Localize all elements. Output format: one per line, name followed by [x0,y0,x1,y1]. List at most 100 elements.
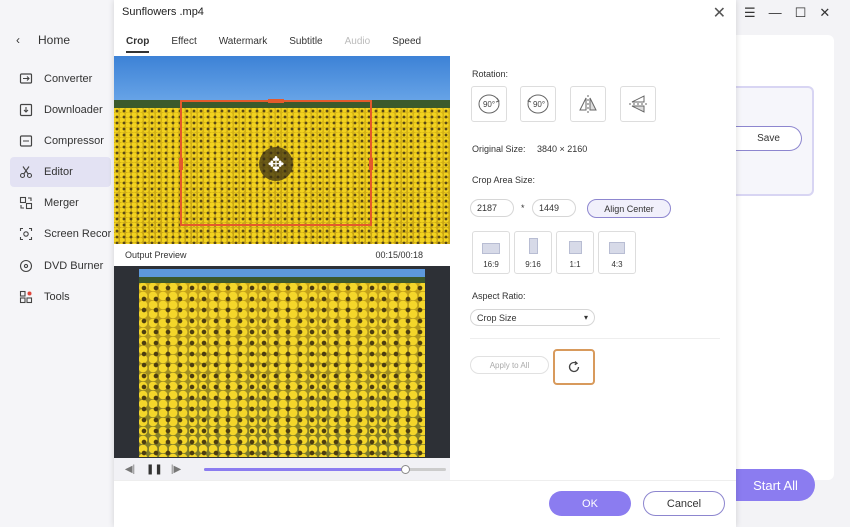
tab-subtitle[interactable]: Subtitle [289,36,322,53]
window-controls: ☰ — ☐ ✕ [744,5,830,21]
sidebar-item-downloader[interactable]: Downloader [10,95,111,125]
flip-horizontal-button[interactable] [570,86,606,122]
ratio-1-1-icon [568,241,582,254]
reset-button[interactable] [553,349,595,385]
rotate-ccw-label: 90° [533,100,545,109]
crop-handle-right[interactable] [369,158,373,170]
ok-button[interactable]: OK [549,491,631,516]
crop-handle-left[interactable] [179,158,183,170]
playback-controls: ◀| ❚❚ |▶ [114,458,450,480]
tab-effect[interactable]: Effect [171,36,196,53]
ratio-4-3-icon [609,242,625,254]
sidebar-item-label: Compressor [44,135,104,147]
ratio-label: 16:9 [483,260,499,269]
sidebar-item-dvd-burner[interactable]: DVD Burner [10,251,111,281]
preview-sky [114,56,450,104]
move-icon[interactable]: ✥ [259,147,293,181]
sidebar-item-label: Converter [44,73,93,85]
aspect-ratio-value: Crop Size [477,312,517,323]
crop-width-input[interactable]: 2187 [470,199,514,217]
ratio-9-16-button[interactable]: 9:16 [514,231,552,274]
reset-icon [568,361,580,373]
chevron-down-icon: ▾ [583,313,588,322]
sidebar-item-label: Downloader [44,104,103,116]
rotate-clockwise-button[interactable]: 90° [471,86,507,122]
output-field [139,283,425,457]
output-preview [114,266,450,458]
original-size-value: 3840 × 2160 [537,144,588,154]
sidebar-item-merger[interactable]: Merger [10,188,111,218]
tab-audio: Audio [344,36,371,47]
close-window-icon[interactable]: ✕ [819,5,830,21]
align-center-button[interactable]: Align Center [587,199,671,218]
crop-height-input[interactable]: 1449 [532,199,576,217]
ratio-1-1-button[interactable]: 1:1 [556,231,594,274]
next-frame-icon[interactable]: |▶ [169,464,183,475]
screen-recorder-icon [18,226,34,242]
sidebar-item-compressor[interactable]: Compressor [10,126,111,156]
output-preview-bar: Output Preview 00:15/00:18 [114,244,450,266]
compressor-icon [18,133,34,149]
progress-track[interactable] [204,465,446,474]
crop-size-separator: * [521,203,525,213]
sidebar-item-converter[interactable]: Converter [10,64,111,94]
crop-dialog: Sunflowers .mp4 ✕ Crop Effect Watermark … [114,0,736,527]
sidebar-item-tools[interactable]: Tools [10,282,111,312]
progress-fill [204,468,405,471]
progress-knob[interactable] [400,465,410,474]
minimize-icon[interactable]: — [769,5,782,21]
flip-vertical-icon [629,95,647,113]
sidebar-item-screen-recorder[interactable]: Screen Recorder [10,219,111,249]
ratio-16-9-button[interactable]: 16:9 [472,231,510,274]
ratio-label: 4:3 [611,260,623,269]
editor-tabs: Crop Effect Watermark Subtitle Audio Spe… [126,36,443,53]
rotate-cw-icon: 90° [478,94,500,114]
cancel-button[interactable]: Cancel [643,491,725,516]
tab-crop[interactable]: Crop [126,36,150,53]
sidebar-item-label: Screen Recorder [44,228,111,240]
converter-icon [18,71,34,87]
chevron-left-icon: ‹ [16,33,20,47]
save-button[interactable]: Save [736,126,802,151]
aspect-ratio-select[interactable]: Crop Size ▾ [470,309,595,326]
ratio-9-16-icon [528,238,538,254]
flip-horizontal-icon [579,95,597,113]
aspect-ratio-label: Aspect Ratio: [472,291,526,301]
pause-icon[interactable]: ❚❚ [146,464,163,475]
sidebar-item-label: Tools [44,291,70,303]
merger-icon [18,195,34,211]
start-all-button[interactable]: Start All [736,469,815,501]
downloader-icon [18,102,34,118]
home-label: Home [38,33,71,47]
menu-icon[interactable]: ☰ [744,5,756,21]
crop-area-label: Crop Area Size: [472,175,536,185]
ratio-4-3-button[interactable]: 4:3 [598,231,636,274]
dvd-icon [18,258,34,274]
sidebar: ‹ Home Converter Downloader Compressor E… [0,0,114,527]
dialog-title: Sunflowers .mp4 [122,6,204,18]
original-size-label: Original Size: [472,144,526,154]
scissors-icon [18,164,34,180]
flip-vertical-button[interactable] [620,86,656,122]
close-icon[interactable]: ✕ [713,3,726,23]
output-preview-label: Output Preview [125,250,187,260]
sidebar-item-editor[interactable]: Editor [10,157,111,187]
rotate-counterclockwise-button[interactable]: 90° [520,86,556,122]
tab-watermark[interactable]: Watermark [219,36,268,53]
sidebar-item-label: Editor [44,166,73,178]
sidebar-item-label: Merger [44,197,79,209]
crop-preview[interactable]: ✥ [114,56,450,244]
ratio-16-9-icon [482,243,500,254]
crop-handle-top[interactable] [268,99,284,103]
output-image [139,269,425,457]
time-display: 00:15/00:18 [375,250,423,260]
previous-frame-icon[interactable]: ◀| [123,464,137,475]
ratio-label: 9:16 [525,260,541,269]
home-link[interactable]: ‹ Home [16,33,70,47]
tools-icon [18,289,34,305]
tab-speed[interactable]: Speed [392,36,421,53]
output-sky [139,269,425,277]
maximize-icon[interactable]: ☐ [795,5,807,21]
apply-to-all-button[interactable]: Apply to All [470,356,549,374]
rotation-label: Rotation: [472,69,509,79]
